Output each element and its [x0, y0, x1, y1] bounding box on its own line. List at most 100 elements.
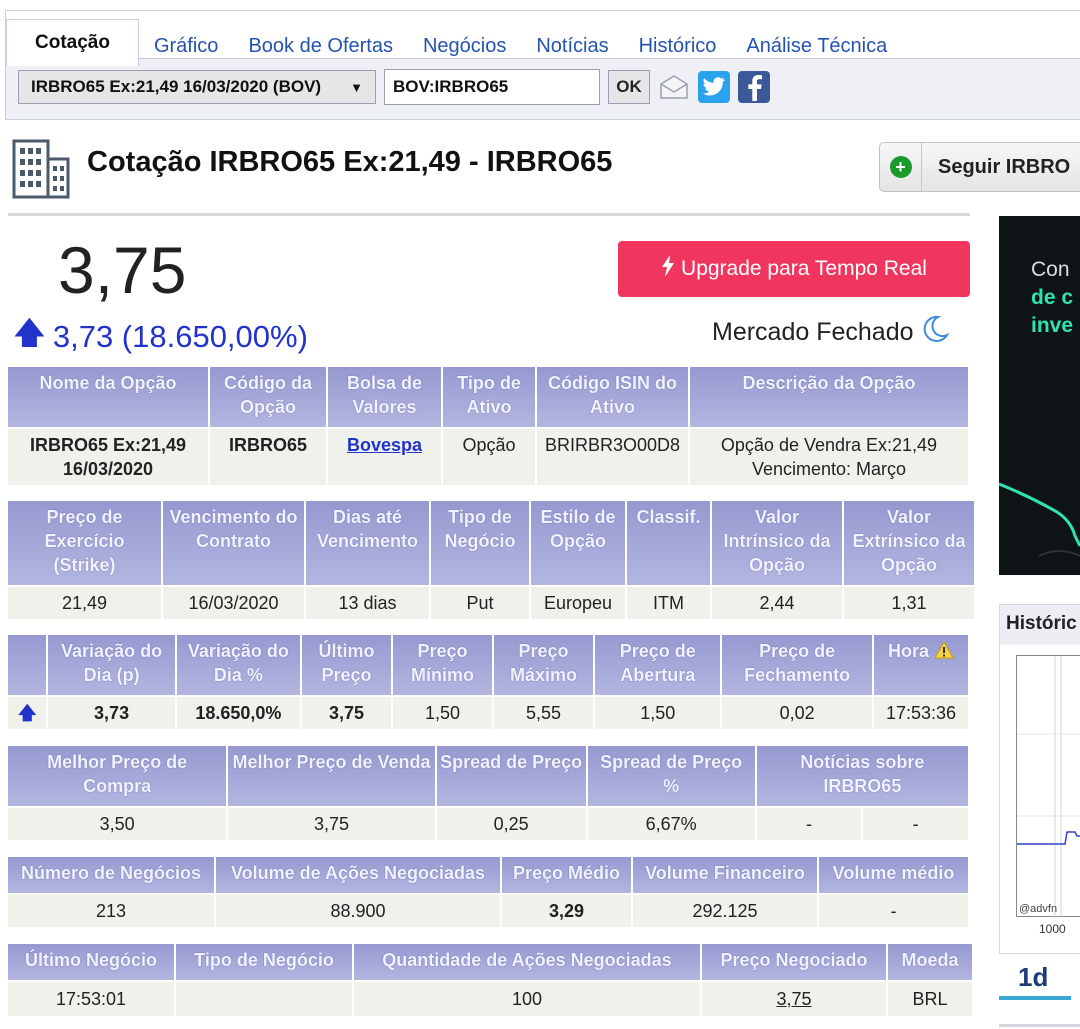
table-header: Código ISIN do Ativo — [537, 367, 688, 427]
table-cell — [176, 980, 352, 1016]
table-cell: 100 — [354, 980, 700, 1016]
table-cell: 🡅 — [8, 695, 47, 729]
volume-table: Número de Negócios Volume de Ações Negoc… — [6, 857, 970, 927]
table-cell: Put — [431, 585, 529, 619]
table-cell: 3,73 — [48, 695, 175, 729]
quote-navigation: Cotação Gráfico Book de Ofertas Negócios… — [5, 10, 1080, 120]
option-info-table: Nome da Opção Código da Opção Bolsa de V… — [6, 367, 970, 485]
table-header — [8, 635, 47, 695]
option-contract-table: Preço de Exercício (Strike) Vencimento d… — [6, 501, 976, 619]
table-cell: 13 dias — [306, 585, 429, 619]
table-header: Variação do Dia (p) — [48, 635, 175, 695]
tab-book-de-ofertas[interactable]: Book de Ofertas — [233, 26, 408, 66]
table-header: Código da Opção — [210, 367, 326, 427]
chart-x-label: 1000 — [1039, 922, 1066, 936]
dropdown-arrow-icon: ▼ — [350, 79, 363, 95]
table-cell: 3,75 — [302, 695, 391, 729]
plus-icon: + — [880, 143, 922, 191]
table-cell: - — [756, 806, 862, 840]
history-chart[interactable]: @advfn — [1016, 655, 1080, 918]
table-header: Bolsa de Valores — [328, 367, 441, 427]
table-cell: 21,49 — [8, 585, 161, 619]
table-cell: 2,44 — [712, 585, 842, 619]
warning-icon[interactable] — [934, 640, 954, 661]
tab-grafico[interactable]: Gráfico — [139, 26, 233, 66]
table-cell: 3,75 — [702, 980, 886, 1016]
table-cell: BRIRBR3O00D8 — [537, 427, 688, 485]
tab-list: Cotação Gráfico Book de Ofertas Negócios… — [6, 19, 902, 66]
tab-analise-tecnica[interactable]: Análise Técnica — [731, 26, 902, 66]
page-title: Cotação IRBRO65 Ex:21,49 - IRBRO65 — [87, 146, 613, 178]
follow-button-label: Seguir IRBRO — [938, 155, 1071, 178]
table-cell: 5,55 — [494, 695, 594, 729]
table-header: Nome da Opção — [8, 367, 208, 427]
follow-button[interactable]: + Seguir IRBRO — [879, 142, 1080, 192]
table-header: Spread de Preço — [436, 746, 586, 806]
daily-variation-table: Variação do Dia (p) Variação do Dia % Úl… — [6, 635, 970, 729]
upgrade-realtime-button[interactable]: Upgrade para Tempo Real — [618, 241, 970, 297]
arrow-up-icon: 🡅 — [14, 317, 45, 350]
table-header: Classif. — [627, 501, 710, 585]
tab-cotacao[interactable]: Cotação — [6, 19, 139, 66]
table-cell: 3,75 — [228, 806, 435, 840]
table-header: Último Negócio — [8, 944, 174, 980]
table-cell: 88.900 — [216, 893, 500, 927]
option-select-value: IRBRO65 Ex:21,49 16/03/2020 (BOV) — [31, 77, 322, 96]
table-header: Preço Máximo — [494, 635, 594, 695]
building-icon — [10, 133, 72, 199]
table-header: Valor Extrínsico da Opção — [844, 501, 974, 585]
table-cell: IRBRO65 Ex:21,49 16/03/2020 — [8, 427, 208, 485]
table-cell: 213 — [8, 893, 214, 927]
table-cell: 3,50 — [8, 806, 227, 840]
table-header: Melhor Preço de Venda — [228, 746, 435, 806]
table-header: Preço de Exercício (Strike) — [8, 501, 161, 585]
table-cell: 1,50 — [392, 695, 493, 729]
ok-button[interactable]: OK — [608, 70, 650, 104]
price-change-value: 3,73 (18.650,00%) — [52, 318, 308, 354]
moon-icon — [920, 314, 950, 351]
last-trade-table: Último Negócio Tipo de Negócio Quantidad… — [6, 944, 974, 1016]
tabs-row: Cotação Gráfico Book de Ofertas Negócios… — [6, 11, 1080, 66]
bovespa-link[interactable]: Bovespa — [347, 435, 422, 455]
header-divider — [8, 213, 970, 216]
table-header: Último Preço — [302, 635, 391, 695]
table-cell: 6,67% — [587, 806, 755, 840]
symbol-input[interactable] — [384, 69, 600, 105]
email-share-icon[interactable] — [658, 71, 690, 103]
table-header: Volume Financeiro — [633, 857, 817, 893]
table-cell: 0,02 — [722, 695, 872, 729]
table-cell: 16/03/2020 — [163, 585, 304, 619]
advertisement-banner[interactable]: Con de c inve — [999, 216, 1080, 575]
table-header: Tipo de Ativo — [443, 367, 535, 427]
table-cell: Europeu — [531, 585, 625, 619]
facebook-icon[interactable] — [738, 71, 770, 103]
table-cell: 17:53:36 — [873, 695, 968, 729]
hora-label: Hora — [887, 641, 929, 661]
table-header: Spread de Preço % — [587, 746, 755, 806]
twitter-icon[interactable] — [698, 71, 730, 103]
period-tab-1d[interactable]: 1d — [1018, 962, 1048, 993]
table-cell: 292.125 — [633, 893, 817, 927]
table-header: Tipo de Negócio — [431, 501, 529, 585]
ad-graphic — [999, 482, 1080, 557]
table-cell: Opção de Vendra Ex:21,49 Vencimento: Mar… — [690, 427, 968, 485]
arrow-up-icon: 🡅 — [17, 703, 37, 723]
table-header: Dias até Vencimento — [306, 501, 429, 585]
table-cell: 1,31 — [844, 585, 974, 619]
table-cell: BRL — [888, 980, 972, 1016]
table-header: Preço Médio — [502, 857, 631, 893]
table-header: Número de Negócios — [8, 857, 214, 893]
table-header: Preço de Fechamento — [722, 635, 872, 695]
table-header: Preço de Abertura — [595, 635, 721, 695]
table-header: Moeda — [888, 944, 972, 980]
table-cell: - — [863, 806, 968, 840]
tab-noticias[interactable]: Notícias — [521, 26, 623, 66]
spread-table: Melhor Preço de Compra Melhor Preço de V… — [6, 746, 970, 840]
tab-negocios[interactable]: Negócios — [408, 26, 521, 66]
table-cell: Bovespa — [328, 427, 441, 485]
option-select[interactable]: IRBRO65 Ex:21,49 16/03/2020 (BOV) ▼ — [18, 70, 376, 104]
table-cell: 18.650,0% — [176, 695, 301, 729]
table-cell: 1,50 — [595, 695, 721, 729]
table-header: Tipo de Negócio — [176, 944, 352, 980]
tab-historico[interactable]: Histórico — [624, 26, 732, 66]
